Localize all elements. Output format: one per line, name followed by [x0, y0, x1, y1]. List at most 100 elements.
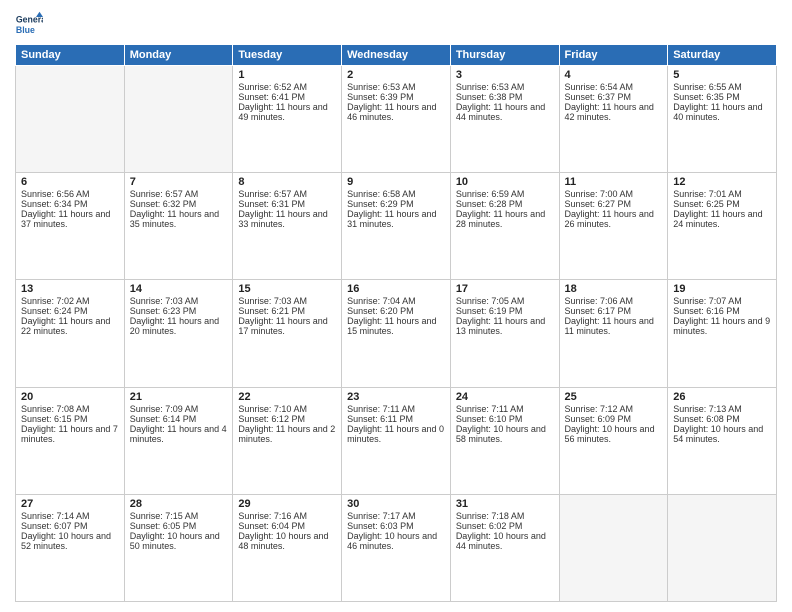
day-number: 14: [130, 283, 228, 295]
day-number: 25: [565, 391, 663, 403]
daylight-text: Daylight: 11 hours and 4 minutes.: [130, 424, 228, 444]
sunset-text: Sunset: 6:10 PM: [456, 414, 554, 424]
day-number: 8: [238, 176, 336, 188]
calendar-cell: 2Sunrise: 6:53 AMSunset: 6:39 PMDaylight…: [342, 66, 451, 173]
calendar-header-tuesday: Tuesday: [233, 45, 342, 66]
daylight-text: Daylight: 11 hours and 35 minutes.: [130, 209, 228, 229]
day-number: 18: [565, 283, 663, 295]
daylight-text: Daylight: 11 hours and 7 minutes.: [21, 424, 119, 444]
sunrise-text: Sunrise: 6:52 AM: [238, 82, 336, 92]
day-number: 28: [130, 498, 228, 510]
calendar-cell: [668, 494, 777, 601]
daylight-text: Daylight: 10 hours and 50 minutes.: [130, 531, 228, 551]
sunset-text: Sunset: 6:31 PM: [238, 199, 336, 209]
sunset-text: Sunset: 6:34 PM: [21, 199, 119, 209]
daylight-text: Daylight: 10 hours and 56 minutes.: [565, 424, 663, 444]
sunset-text: Sunset: 6:41 PM: [238, 92, 336, 102]
sunset-text: Sunset: 6:14 PM: [130, 414, 228, 424]
calendar-cell: 15Sunrise: 7:03 AMSunset: 6:21 PMDayligh…: [233, 280, 342, 387]
sunrise-text: Sunrise: 7:18 AM: [456, 511, 554, 521]
sunrise-text: Sunrise: 7:01 AM: [673, 189, 771, 199]
sunrise-text: Sunrise: 7:00 AM: [565, 189, 663, 199]
calendar-cell: [124, 66, 233, 173]
calendar-cell: 14Sunrise: 7:03 AMSunset: 6:23 PMDayligh…: [124, 280, 233, 387]
calendar-cell: [559, 494, 668, 601]
calendar-week-2: 6Sunrise: 6:56 AMSunset: 6:34 PMDaylight…: [16, 173, 777, 280]
sunset-text: Sunset: 6:39 PM: [347, 92, 445, 102]
svg-text:Blue: Blue: [16, 25, 35, 35]
calendar-cell: 1Sunrise: 6:52 AMSunset: 6:41 PMDaylight…: [233, 66, 342, 173]
logo-icon: General Blue: [15, 10, 43, 38]
calendar-cell: 18Sunrise: 7:06 AMSunset: 6:17 PMDayligh…: [559, 280, 668, 387]
calendar-header-monday: Monday: [124, 45, 233, 66]
sunrise-text: Sunrise: 6:57 AM: [238, 189, 336, 199]
sunrise-text: Sunrise: 7:06 AM: [565, 296, 663, 306]
sunset-text: Sunset: 6:29 PM: [347, 199, 445, 209]
sunrise-text: Sunrise: 7:15 AM: [130, 511, 228, 521]
sunset-text: Sunset: 6:05 PM: [130, 521, 228, 531]
sunrise-text: Sunrise: 6:59 AM: [456, 189, 554, 199]
sunrise-text: Sunrise: 6:53 AM: [347, 82, 445, 92]
day-number: 9: [347, 176, 445, 188]
sunrise-text: Sunrise: 7:11 AM: [456, 404, 554, 414]
day-number: 6: [21, 176, 119, 188]
sunrise-text: Sunrise: 7:07 AM: [673, 296, 771, 306]
logo: General Blue: [15, 10, 47, 38]
day-number: 30: [347, 498, 445, 510]
daylight-text: Daylight: 11 hours and 22 minutes.: [21, 316, 119, 336]
sunrise-text: Sunrise: 7:10 AM: [238, 404, 336, 414]
day-number: 3: [456, 69, 554, 81]
sunset-text: Sunset: 6:04 PM: [238, 521, 336, 531]
sunset-text: Sunset: 6:38 PM: [456, 92, 554, 102]
day-number: 1: [238, 69, 336, 81]
calendar-header-row: SundayMondayTuesdayWednesdayThursdayFrid…: [16, 45, 777, 66]
day-number: 27: [21, 498, 119, 510]
sunrise-text: Sunrise: 7:13 AM: [673, 404, 771, 414]
sunset-text: Sunset: 6:16 PM: [673, 306, 771, 316]
calendar-cell: 25Sunrise: 7:12 AMSunset: 6:09 PMDayligh…: [559, 387, 668, 494]
day-number: 29: [238, 498, 336, 510]
calendar-cell: 22Sunrise: 7:10 AMSunset: 6:12 PMDayligh…: [233, 387, 342, 494]
daylight-text: Daylight: 11 hours and 11 minutes.: [565, 316, 663, 336]
calendar-cell: 8Sunrise: 6:57 AMSunset: 6:31 PMDaylight…: [233, 173, 342, 280]
daylight-text: Daylight: 11 hours and 40 minutes.: [673, 102, 771, 122]
daylight-text: Daylight: 11 hours and 9 minutes.: [673, 316, 771, 336]
header: General Blue: [15, 10, 777, 38]
daylight-text: Daylight: 11 hours and 17 minutes.: [238, 316, 336, 336]
day-number: 22: [238, 391, 336, 403]
sunset-text: Sunset: 6:12 PM: [238, 414, 336, 424]
sunset-text: Sunset: 6:20 PM: [347, 306, 445, 316]
sunset-text: Sunset: 6:03 PM: [347, 521, 445, 531]
calendar-week-5: 27Sunrise: 7:14 AMSunset: 6:07 PMDayligh…: [16, 494, 777, 601]
day-number: 4: [565, 69, 663, 81]
sunset-text: Sunset: 6:25 PM: [673, 199, 771, 209]
calendar-cell: 27Sunrise: 7:14 AMSunset: 6:07 PMDayligh…: [16, 494, 125, 601]
daylight-text: Daylight: 10 hours and 46 minutes.: [347, 531, 445, 551]
calendar-cell: 28Sunrise: 7:15 AMSunset: 6:05 PMDayligh…: [124, 494, 233, 601]
day-number: 17: [456, 283, 554, 295]
sunset-text: Sunset: 6:37 PM: [565, 92, 663, 102]
daylight-text: Daylight: 11 hours and 20 minutes.: [130, 316, 228, 336]
day-number: 23: [347, 391, 445, 403]
calendar-cell: 6Sunrise: 6:56 AMSunset: 6:34 PMDaylight…: [16, 173, 125, 280]
day-number: 13: [21, 283, 119, 295]
sunrise-text: Sunrise: 7:03 AM: [238, 296, 336, 306]
calendar-cell: 19Sunrise: 7:07 AMSunset: 6:16 PMDayligh…: [668, 280, 777, 387]
daylight-text: Daylight: 11 hours and 26 minutes.: [565, 209, 663, 229]
calendar-header-sunday: Sunday: [16, 45, 125, 66]
sunset-text: Sunset: 6:07 PM: [21, 521, 119, 531]
calendar-cell: 12Sunrise: 7:01 AMSunset: 6:25 PMDayligh…: [668, 173, 777, 280]
day-number: 2: [347, 69, 445, 81]
calendar-cell: 23Sunrise: 7:11 AMSunset: 6:11 PMDayligh…: [342, 387, 451, 494]
sunset-text: Sunset: 6:08 PM: [673, 414, 771, 424]
day-number: 11: [565, 176, 663, 188]
daylight-text: Daylight: 11 hours and 33 minutes.: [238, 209, 336, 229]
calendar-cell: 10Sunrise: 6:59 AMSunset: 6:28 PMDayligh…: [450, 173, 559, 280]
calendar-body: 1Sunrise: 6:52 AMSunset: 6:41 PM Daylight…: [16, 66, 777, 602]
sunset-text: Sunset: 6:32 PM: [130, 199, 228, 209]
calendar-table: SundayMondayTuesdayWednesdayThursdayFrid…: [15, 44, 777, 602]
daylight-text: Daylight: 11 hours and 13 minutes.: [456, 316, 554, 336]
sunrise-text: Sunrise: 7:05 AM: [456, 296, 554, 306]
sunrise-text: Sunrise: 7:17 AM: [347, 511, 445, 521]
sunrise-text: Sunrise: 6:54 AM: [565, 82, 663, 92]
